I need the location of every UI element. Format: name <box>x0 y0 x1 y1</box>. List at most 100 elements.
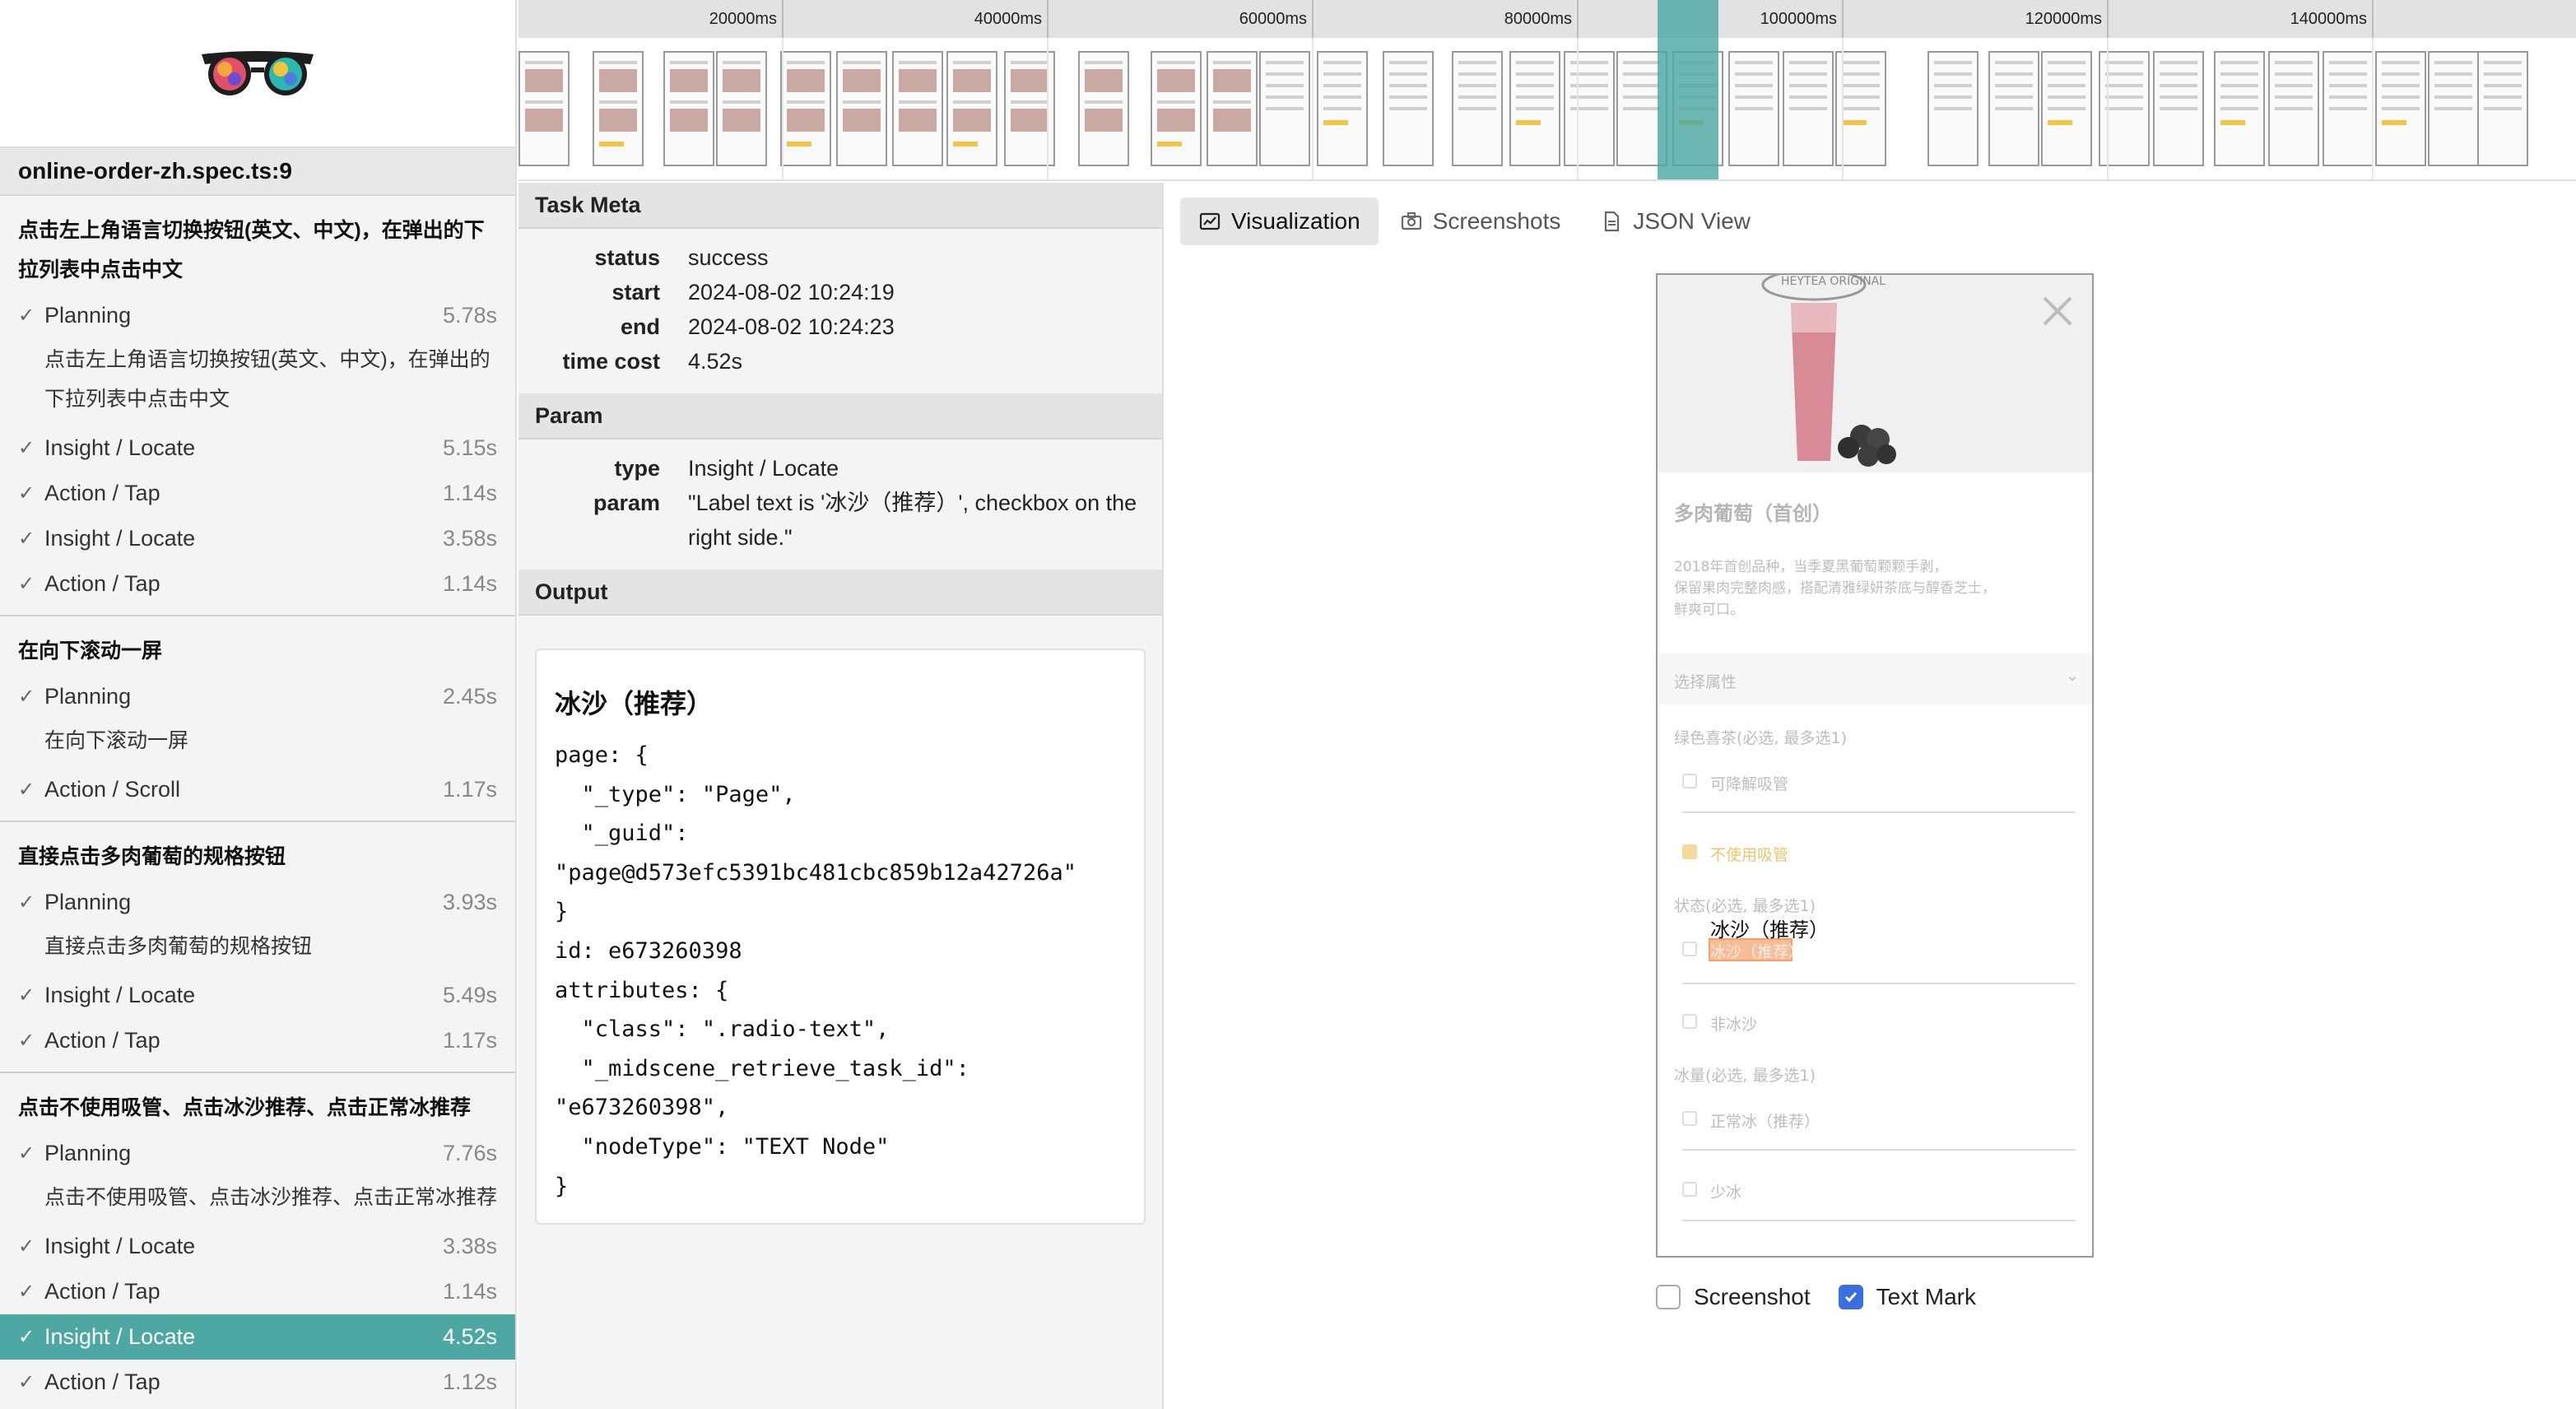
meta-start-row: start 2024-08-02 10:24:19 <box>518 275 1162 309</box>
param-param-label: param <box>593 491 660 515</box>
task-name: Insight / Locate <box>44 1324 196 1349</box>
timeline-screenshot-thumbnail[interactable] <box>2041 51 2092 166</box>
task-item[interactable]: ✓ Action / Tap 1.12s <box>0 1360 515 1405</box>
timeline-screenshot-thumbnail[interactable] <box>946 51 997 166</box>
timeline-screenshot-thumbnail[interactable] <box>1927 51 1978 166</box>
task-item[interactable]: ✓ Planning 2.45s <box>0 674 515 719</box>
timeline-screenshot-thumbnail[interactable] <box>1259 51 1310 166</box>
timeline-screenshot-thumbnail[interactable] <box>2153 51 2204 166</box>
timeline-screenshot-thumbnail[interactable] <box>1151 51 1202 166</box>
task-item[interactable]: ✓ Insight / Locate 5.15s <box>0 425 515 471</box>
timeline-screenshot-thumbnail[interactable] <box>780 51 831 166</box>
tab-json-view[interactable]: JSON View <box>1582 198 1769 245</box>
divider <box>1682 811 2076 813</box>
timeline-screenshot-thumbnail[interactable] <box>2477 51 2528 166</box>
task-name: Action / Tap <box>44 1369 160 1394</box>
task-item[interactable]: ✓ Insight / Locate 5.49s <box>0 973 515 1018</box>
task-group: 在向下滚动一屏 ✓ Planning 2.45s 在向下滚动一屏 ✓ Action / Sc… <box>0 616 515 822</box>
meta-status-label: status <box>594 245 660 270</box>
timeline-screenshot-thumbnail[interactable] <box>836 51 887 166</box>
checkmark-icon: ✓ <box>18 437 35 459</box>
task-item[interactable]: ✓ Planning 7.76s <box>0 1131 515 1176</box>
task-group-title: 点击左上角语言切换按钮(英文、中文)，在弹出的下拉列表中点击中文 <box>18 219 485 281</box>
ice-opt2-checkbox <box>1682 1182 1697 1197</box>
task-item[interactable]: ✓ Action / Tap 1.14s <box>0 561 515 607</box>
task-duration: 1.17s <box>442 777 497 802</box>
timeline-screenshot-thumbnail[interactable] <box>663 51 714 166</box>
tab-screenshots[interactable]: Screenshots <box>1382 198 1579 245</box>
task-item[interactable]: ✓ Action / Scroll 1.17s <box>0 767 515 812</box>
straw-opt1-label: 可降解吸管 <box>1710 775 1789 793</box>
param-type-row: type Insight / Locate <box>518 451 1162 486</box>
timeline-tick-label: 120000ms <box>1844 0 2109 38</box>
checkmark-icon: ✓ <box>18 573 35 595</box>
timeline-screenshot-thumbnail[interactable] <box>2375 51 2426 166</box>
task-meta-header: Task Meta <box>518 183 1162 229</box>
meta-cost-row: time cost 4.52s <box>518 344 1162 379</box>
timeline-screenshot-thumbnail[interactable] <box>1078 51 1129 166</box>
timeline-selection-highlight <box>1658 0 1718 179</box>
task-item[interactable]: ✓ Action / Tap 1.17s <box>0 1018 515 1063</box>
timeline-screenshot-thumbnail[interactable] <box>892 51 943 166</box>
timeline-screenshot-thumbnail[interactable] <box>2268 51 2319 166</box>
sidebar: online-order-zh.spec.ts:9 点击左上角语言切换按钮(英文… <box>0 0 517 1409</box>
output-title: 冰沙（推荐） <box>555 689 714 718</box>
straw-opt2-checkbox <box>1682 844 1697 859</box>
timeline-screenshot-thumbnail[interactable] <box>2428 51 2479 166</box>
task-group-title: 在向下滚动一屏 <box>18 639 163 663</box>
task-item[interactable]: ✓ Insight / Locate 4.52s <box>0 1314 515 1360</box>
timeline-screenshot-thumbnail[interactable] <box>2214 51 2265 166</box>
timeline-screenshot-thumbnail[interactable] <box>1728 51 1779 166</box>
logo-area <box>0 0 515 148</box>
camera-icon <box>1401 212 1421 230</box>
chevron-down-icon: ⌄ <box>2066 667 2079 685</box>
param-param-value: "Label text is '冰沙（推荐）', checkbox on the… <box>688 491 1137 550</box>
timeline-screenshot-thumbnail[interactable] <box>716 51 767 166</box>
state-opt2-label: 非冰沙 <box>1710 1016 1758 1034</box>
timeline-screenshot-thumbnail[interactable] <box>1783 51 1834 166</box>
tab-visualization[interactable]: Visualization <box>1180 198 1379 245</box>
view-tabs: Visualization Screenshots JSON View <box>1180 198 1769 245</box>
task-name: Action / Scroll <box>44 777 181 802</box>
state-opt1-label: 冰沙（推荐） <box>1710 943 1805 961</box>
checkmark-icon: ✓ <box>18 779 35 801</box>
task-item[interactable]: ✓ Insight / Locate 3.58s <box>0 516 515 561</box>
param-header: Param <box>518 393 1162 439</box>
timeline-gridline <box>782 38 783 179</box>
product-badge: HEYTEA ORIGINAL <box>1781 275 1886 288</box>
timeline-screenshot-thumbnail[interactable] <box>1509 51 1560 166</box>
timeline[interactable]: 20000ms 40000ms 60000ms 80000ms 100000ms 1200… <box>518 0 2576 181</box>
screenshot-checkbox[interactable] <box>1656 1285 1681 1309</box>
text-mark-checkbox[interactable] <box>1838 1285 1863 1309</box>
task-groups: 点击左上角语言切换按钮(英文、中文)，在弹出的下拉列表中点击中文 ✓ Plannin… <box>0 196 515 1409</box>
divider <box>1682 983 2076 984</box>
task-name: Insight / Locate <box>44 1234 196 1258</box>
timeline-tick-label: 40000ms <box>783 0 1049 38</box>
timeline-screenshot-thumbnail[interactable] <box>1452 51 1503 166</box>
task-duration: 3.38s <box>442 1234 497 1258</box>
task-item[interactable]: ✓ Planning 3.93s <box>0 880 515 925</box>
task-name: Insight / Locate <box>44 435 196 460</box>
timeline-screenshot-thumbnail[interactable] <box>1317 51 1368 166</box>
task-item[interactable]: ✓ Insight / Locate 3.38s <box>0 1224 515 1269</box>
timeline-screenshot-thumbnail[interactable] <box>518 51 570 166</box>
straw-opt2-label: 不使用吸管 <box>1710 846 1789 864</box>
task-item[interactable]: ✓ Action / Tap 1.14s <box>0 1269 515 1314</box>
checkmark-icon: ✓ <box>18 305 35 327</box>
timeline-screenshot-thumbnail[interactable] <box>1383 51 1434 166</box>
timeline-gridline <box>2372 38 2374 179</box>
timeline-tick-label: 60000ms <box>1049 0 1314 38</box>
timeline-screenshot-thumbnail[interactable] <box>593 51 644 166</box>
file-icon <box>1605 211 1620 232</box>
task-duration: 1.14s <box>442 481 497 505</box>
task-name: Action / Tap <box>44 1028 160 1053</box>
task-item[interactable]: ✓ Action / Tap 1.14s <box>0 471 515 516</box>
task-name: Insight / Locate <box>44 983 196 1007</box>
timeline-screenshot-thumbnail[interactable] <box>1564 51 1615 166</box>
timeline-screenshot-thumbnail[interactable] <box>1988 51 2039 166</box>
task-item[interactable]: ✓ Planning 5.78s <box>0 293 515 338</box>
checkmark-icon: ✓ <box>18 1235 35 1258</box>
product-name: 多肉葡萄（首创） <box>1674 502 1832 525</box>
timeline-screenshot-thumbnail[interactable] <box>2323 51 2374 166</box>
timeline-screenshot-thumbnail[interactable] <box>1207 51 1258 166</box>
